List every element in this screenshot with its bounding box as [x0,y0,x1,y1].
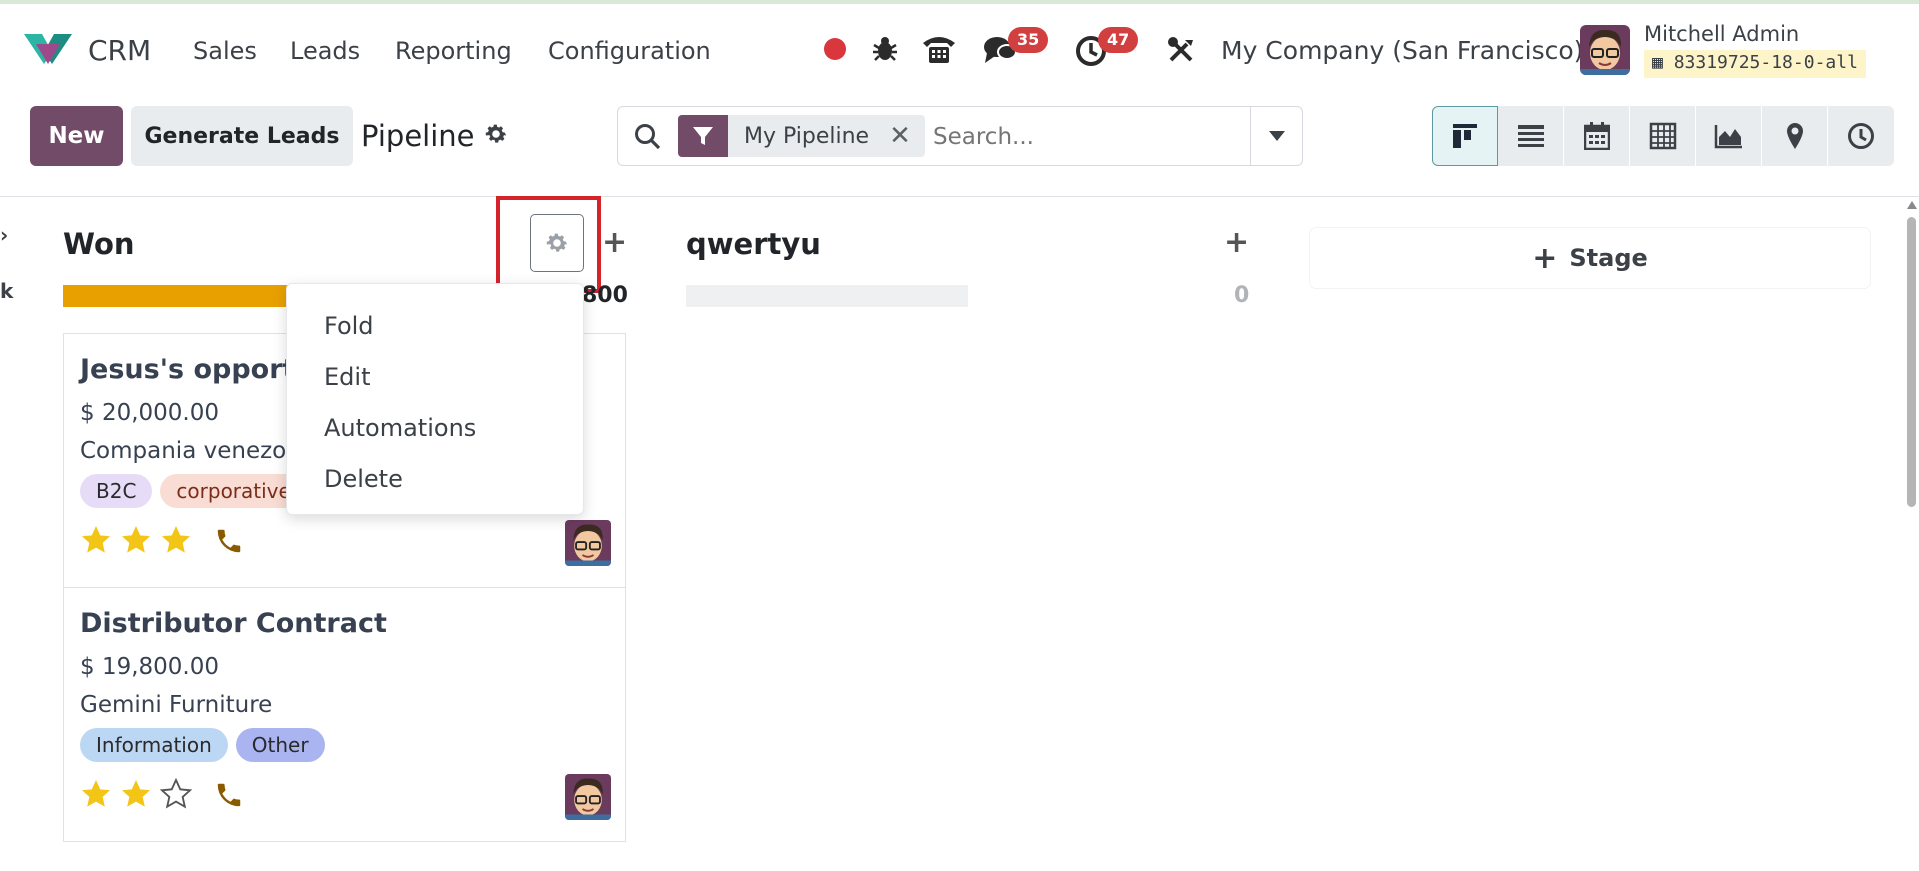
tag-other: Other [235,728,325,762]
new-button[interactable]: New [30,106,123,166]
menu-sales[interactable]: Sales [193,37,257,65]
phone-activity-icon[interactable] [214,780,244,810]
activity-clock-icon [1848,123,1874,149]
card-amount: $ 20,000.00 [80,400,219,426]
remove-facet-close-icon[interactable]: ✕ [889,121,911,151]
database-tag: ▦ 83319725-18-0-all [1644,50,1866,78]
card-amount: $ 19,800.00 [80,654,219,680]
column-title-qwertyu[interactable]: qwertyu [686,227,821,261]
star-filled-icon[interactable] [80,524,112,556]
database-icon: ▦ [1652,52,1663,73]
caret-down-icon [1268,131,1285,141]
gear-icon [546,233,568,252]
quick-create-plus-icon[interactable]: + [602,225,627,260]
tag-information: Information [80,728,228,762]
tag-corporative: corporative [160,474,307,508]
scroll-thumb[interactable] [1907,217,1916,507]
priority-stars [80,778,192,810]
filter-facet-label: My Pipeline [744,123,870,149]
record-icon[interactable] [822,36,848,62]
voip-phone-icon[interactable] [920,32,958,66]
card-title[interactable]: Distributor Contract [80,608,387,639]
map-pin-icon [1786,123,1803,149]
area-chart-icon [1714,125,1742,149]
salesperson-avatar[interactable] [565,520,611,566]
quick-create-plus-icon[interactable]: + [1224,225,1249,260]
view-map[interactable] [1762,106,1828,166]
column-total-won: 800 [582,283,628,308]
column-progress-bar[interactable] [63,285,303,307]
menu-configuration[interactable]: Configuration [548,37,711,65]
kanban-icon [1453,124,1477,148]
view-switcher [1432,106,1894,166]
view-list[interactable] [1498,106,1564,166]
column-config-gear-button[interactable] [530,214,584,272]
plus-icon: + [1532,240,1558,276]
column-total-qwertyu: 0 [1234,283,1250,308]
view-activity[interactable] [1828,106,1894,166]
column-options-dropdown: Fold Edit Automations Delete [286,283,584,515]
kanban-card[interactable]: Distributor Contract $ 19,800.00 Gemini … [64,588,625,841]
list-icon [1517,125,1544,147]
view-kanban[interactable] [1432,106,1498,166]
add-stage-button[interactable]: + Stage [1310,228,1870,288]
generate-leads-button[interactable]: Generate Leads [131,106,353,166]
card-tags: Information Other [80,728,325,762]
star-empty-icon[interactable] [160,778,192,810]
kanban-board: › k Won + 800 Jesus's opportunity $ 20,0… [0,196,1919,871]
column-title-won[interactable]: Won [63,227,135,261]
messages-count-badge: 35 [1008,27,1049,53]
user-name[interactable]: Mitchell Admin [1644,22,1799,46]
dropdown-item-edit[interactable]: Edit [287,351,583,402]
search-bar: My Pipeline ✕ [617,106,1303,166]
database-name: 83319725-18-0-all [1673,52,1858,73]
card-tags: B2C corporative [80,474,307,508]
dropdown-item-fold[interactable]: Fold [287,300,583,351]
view-graph[interactable] [1696,106,1762,166]
menu-reporting[interactable]: Reporting [395,37,512,65]
view-calendar[interactable] [1564,106,1630,166]
filter-facet: My Pipeline ✕ [678,115,925,157]
search-input[interactable] [933,120,1233,154]
star-filled-icon[interactable] [120,778,152,810]
vertical-scrollbar[interactable] [1904,197,1919,871]
dropdown-item-delete[interactable]: Delete [287,453,583,504]
phone-activity-icon[interactable] [214,526,244,556]
search-options-toggle[interactable] [1250,107,1302,165]
star-filled-icon[interactable] [120,524,152,556]
user-avatar[interactable] [1580,25,1630,75]
breadcrumb-pipeline: Pipeline [361,119,475,153]
settings-tools-icon[interactable] [1166,35,1196,65]
view-pivot[interactable] [1630,106,1696,166]
main-navbar: CRM Sales Leads Reporting Configuration … [0,4,1919,94]
search-icon[interactable] [634,123,662,151]
debug-bug-icon[interactable] [870,34,900,64]
dropdown-item-automations[interactable]: Automations [287,402,583,453]
salesperson-avatar[interactable] [565,774,611,820]
column-progress-bar[interactable] [686,285,968,307]
star-filled-icon[interactable] [80,778,112,810]
star-filled-icon[interactable] [160,524,192,556]
calendar-icon [1583,122,1610,150]
priority-stars [80,524,192,556]
actions-gear-icon[interactable] [483,121,509,147]
tag-b2c: B2C [80,474,153,508]
activities-count-badge: 47 [1098,27,1139,53]
card-partner: Gemini Furniture [80,692,273,718]
crm-logo-icon[interactable] [22,30,74,66]
add-stage-label: Stage [1569,244,1648,272]
app-name[interactable]: CRM [88,34,151,67]
menu-leads[interactable]: Leads [290,37,360,65]
company-switcher[interactable]: My Company (San Francisco) [1221,36,1583,65]
filter-funnel-icon [678,115,728,157]
scroll-up-arrow-icon[interactable] [1907,201,1917,209]
pivot-table-icon [1649,122,1676,150]
